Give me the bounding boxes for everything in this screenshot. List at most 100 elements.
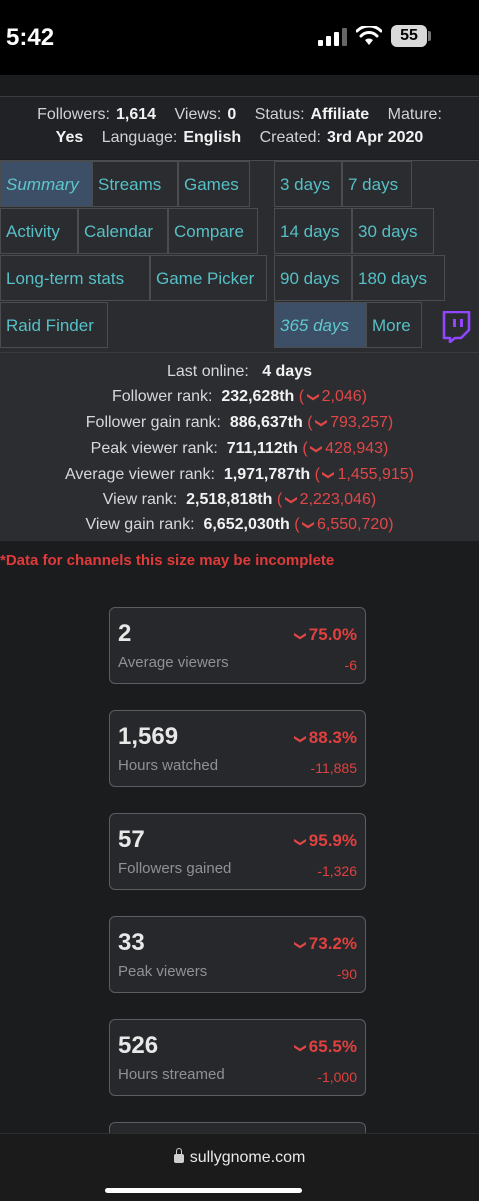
stat-card: 57 Followers gained ❯95.9% -1,326 [109,813,366,890]
stat-value: 57 [118,826,145,853]
rank-row: Average viewer rank: 1,971,787th ( ❯1,45… [65,466,414,483]
tab-7-days[interactable]: 7 days [342,161,412,207]
followers-label: Followers: [37,106,110,123]
tab-raid-finder[interactable]: Raid Finder [0,302,108,348]
rank-label: Follower gain rank: [85,414,221,431]
mature-label: Mature: [387,106,442,123]
created-label: Created: [259,129,321,146]
tab-game-picker[interactable]: Game Picker [150,255,267,301]
down-chevron-icon: ❯ [302,519,316,531]
tab-more[interactable]: More [366,302,422,348]
stat-value: 1,569 [118,723,179,750]
stat-percent-change: ❯88.3% [293,728,357,747]
down-chevron-icon: ❯ [322,469,337,481]
battery-icon: 55 [391,25,427,47]
stat-label: Followers gained [118,860,232,877]
stat-value: 526 [118,1032,159,1059]
down-chevron-icon: ❯ [293,630,308,642]
rank-change: 428,943 [325,440,384,457]
down-chevron-icon: ❯ [315,417,330,429]
tab-streams[interactable]: Streams [92,161,178,207]
rank-label: View rank: [102,491,178,508]
wifi-icon [356,26,382,45]
stat-value: 33 [118,929,145,956]
stat-absolute-change: -11,885 [310,760,357,776]
rank-label: Peak viewer rank: [90,440,218,457]
tab-180-days[interactable]: 180 days [352,255,445,301]
rank-label: View gain rank: [85,516,195,533]
tab-activity[interactable]: Activity [0,208,78,254]
navigation: Summary Streams Games Activity Calendar … [0,160,479,353]
status-time: 5:42 [6,24,55,51]
stat-absolute-change: -1,000 [317,1069,357,1085]
rank-change: 6,550,720 [317,516,389,533]
rank-change: 2,223,046 [299,491,371,508]
rank-change: 793,257 [330,414,388,431]
channel-info: Followers: 1,614 Views: 0 Status: Affiliate… [0,96,479,159]
stat-card: 1,569 Hours watched ❯88.3% -11,885 [109,710,366,787]
address-bar[interactable]: sullygnome.com [0,1148,479,1167]
rank-value: 886,637th [229,414,303,431]
views-value: 0 [227,106,237,123]
stat-label: Average viewers [118,654,229,671]
status-value: Affiliate [310,106,370,123]
stat-absolute-change: -1,326 [317,863,357,879]
last-online-label: Last online: [167,363,249,380]
rank-row: View gain rank: 6,652,030th ( ❯6,550,720… [85,516,394,533]
cellular-signal-icon [318,28,347,46]
stat-absolute-change: -6 [344,657,357,673]
tab-30-days[interactable]: 30 days [352,208,434,254]
last-online-row: Last online: 4 days [0,363,479,381]
down-chevron-icon: ❯ [293,1042,308,1054]
rank-label: Follower rank: [112,388,213,405]
channel-info-row-2: Yes Language: English Created: 3rd Apr 202… [0,129,479,147]
tab-compare[interactable]: Compare [168,208,258,254]
views-label: Views: [174,106,222,123]
rank-row: View rank: 2,518,818th ( ❯2,223,046) [102,491,377,508]
rank-row: Follower gain rank: 886,637th ( ❯793,257… [85,414,394,431]
language-label: Language: [101,129,178,146]
down-chevron-icon: ❯ [310,443,325,455]
tab-summary[interactable]: Summary [0,161,92,207]
last-online-value: 4 days [262,363,312,380]
stat-percent-change: ❯75.0% [293,625,357,644]
stat-percent-change: ❯95.9% [293,831,357,850]
down-chevron-icon: ❯ [293,836,308,848]
stat-percent-change: ❯73.2% [293,934,357,953]
tab-long-term-stats[interactable]: Long-term stats [0,255,150,301]
lock-icon [173,1148,184,1163]
created-value: 3rd Apr 2020 [326,129,424,146]
rank-row: Follower rank: 232,628th ( ❯2,046) [112,388,367,405]
stat-card: 33 Peak viewers ❯73.2% -90 [109,916,366,993]
data-warning: *Data for channels this size may be inco… [0,552,335,569]
tab-3-days[interactable]: 3 days [274,161,342,207]
battery-tip [428,31,431,41]
channel-info-row-1: Followers: 1,614 Views: 0 Status: Affiliate… [0,106,479,124]
stat-label: Hours watched [118,757,219,774]
down-chevron-icon: ❯ [293,733,308,745]
stat-label: Peak viewers [118,963,208,980]
down-chevron-icon: ❯ [306,391,321,403]
tab-calendar[interactable]: Calendar [78,208,168,254]
ranks-panel: Last online: 4 days Follower rank: 232,6… [0,352,479,541]
rank-change: 2,046 [321,388,362,405]
stat-label: Hours streamed [118,1066,225,1083]
tab-365-days[interactable]: 365 days [274,302,366,348]
stat-value: 2 [118,620,132,647]
language-value: English [183,129,242,146]
followers-value: 1,614 [116,106,157,123]
down-chevron-icon: ❯ [293,939,308,951]
down-chevron-icon: ❯ [284,494,299,506]
rank-change: 1,455,915 [337,466,409,483]
mature-value: Yes [55,129,84,146]
twitch-icon[interactable] [441,311,471,343]
home-indicator[interactable] [105,1188,302,1193]
tab-14-days[interactable]: 14 days [274,208,352,254]
tab-90-days[interactable]: 90 days [274,255,352,301]
tab-games[interactable]: Games [178,161,250,207]
status-label: Status: [254,106,305,123]
stat-absolute-change: -90 [336,966,357,982]
rank-value: 232,628th [221,388,295,405]
rank-value: 2,518,818th [186,491,273,508]
rank-row: Peak viewer rank: 711,112th ( ❯428,943) [90,440,389,457]
